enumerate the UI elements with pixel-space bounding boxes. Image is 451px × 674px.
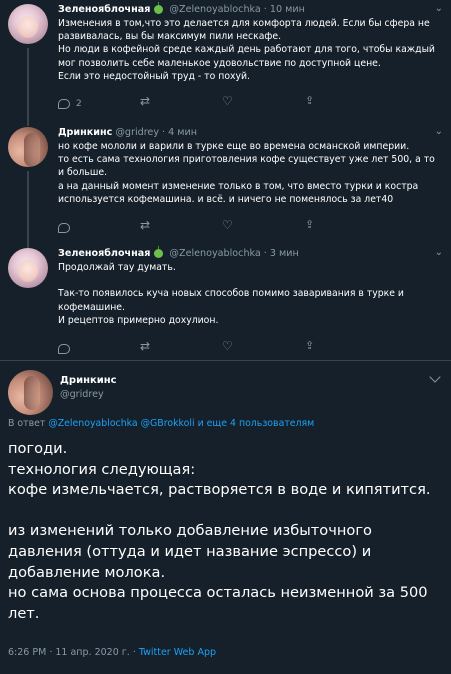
tweet-text: но кофе мололи и варили в турке еще во в…: [58, 141, 435, 205]
avatar[interactable]: [8, 248, 48, 288]
like-button[interactable]: [222, 218, 304, 234]
thread-line: [27, 48, 29, 118]
green-apple-icon: [154, 246, 164, 258]
reply-context: В ответ @Zelenoyablochka @GBrokkoli и ещ…: [8, 418, 314, 429]
tweet[interactable]: Дринкинс @gridrey · 4 мин ⌄ но кофе моло…: [0, 118, 451, 240]
separator-dot: ·: [263, 248, 267, 259]
like-button[interactable]: [222, 94, 304, 110]
retweet-button[interactable]: [140, 94, 222, 110]
retweet-icon: [140, 339, 153, 355]
reply-icon: [58, 98, 70, 109]
reply-icon: [58, 343, 70, 354]
thread-line: [27, 171, 29, 240]
source-link[interactable]: Twitter Web App: [139, 647, 216, 658]
author-handle[interactable]: @Zelenoyablochka: [169, 3, 260, 16]
share-icon: [304, 339, 317, 355]
tweet-time[interactable]: 6:26 PM: [8, 647, 46, 658]
avatar[interactable]: [8, 370, 53, 415]
tweet-text: Продолжай тау думать. Так-то появилось к…: [58, 262, 404, 326]
mention-link[interactable]: @Zelenoyablochka: [48, 418, 137, 429]
retweet-button[interactable]: [140, 218, 222, 234]
author-handle[interactable]: @Zelenoyablochka: [169, 247, 260, 260]
author-name[interactable]: Дринкинс: [58, 126, 112, 139]
tweet[interactable]: Зеленояблочная @Zelenoyablochka · 3 мин …: [0, 240, 451, 360]
tweet-meta: 6:26 PM · 11 апр. 2020 г. · Twitter Web …: [8, 647, 216, 658]
green-apple-icon: [154, 2, 164, 14]
retweet-icon: [140, 218, 153, 234]
separator-dot: ·: [263, 4, 267, 15]
author-name[interactable]: Зеленояблочная: [58, 3, 150, 16]
thread-line: [27, 118, 29, 126]
like-icon: [222, 339, 235, 355]
like-icon: [222, 94, 235, 110]
more-icon[interactable]: ⌄: [435, 247, 443, 258]
tweet-time[interactable]: 4 мин: [168, 126, 197, 139]
tweet-header: Зеленояблочная @Zelenoyablochka · 10 мин: [58, 2, 443, 16]
reply-count: 2: [76, 98, 82, 109]
tweet-time[interactable]: 10 мин: [270, 3, 305, 16]
thread-line: [27, 240, 29, 248]
share-button[interactable]: [304, 339, 386, 355]
tweet-text: Изменения в том,что это делается для ком…: [58, 18, 435, 82]
others-link[interactable]: и еще 4 пользователям: [198, 418, 315, 429]
tweet[interactable]: Зеленояблочная @Zelenoyablochka · 10 мин…: [0, 0, 451, 118]
author-handle[interactable]: @gridrey: [60, 389, 104, 400]
chevron-down-icon[interactable]: [429, 371, 441, 383]
reply-button[interactable]: 2: [58, 98, 140, 109]
share-button[interactable]: [304, 218, 386, 234]
share-icon: [304, 218, 317, 234]
divider: [0, 360, 451, 361]
mention-link[interactable]: @GBrokkoli: [141, 418, 195, 429]
retweet-button[interactable]: [140, 339, 222, 355]
author-handle[interactable]: @gridrey: [115, 126, 159, 139]
tweet-header: Зеленояблочная @Zelenoyablochka · 3 мин: [58, 246, 443, 260]
more-icon[interactable]: ⌄: [435, 3, 443, 14]
avatar[interactable]: [8, 127, 48, 167]
tweet-header: Дринкинс @gridrey · 4 мин: [58, 126, 443, 139]
tweet-time[interactable]: 3 мин: [270, 247, 299, 260]
more-icon[interactable]: ⌄: [435, 126, 443, 137]
share-icon: [304, 94, 317, 110]
reply-button[interactable]: [58, 343, 140, 354]
like-button[interactable]: [222, 339, 304, 355]
share-button[interactable]: [304, 94, 386, 110]
reply-icon: [58, 222, 70, 233]
tweet-text: погоди. технология следующая: кофе измел…: [8, 440, 431, 622]
avatar[interactable]: [8, 4, 48, 44]
reply-button[interactable]: [58, 222, 140, 233]
tweet-date[interactable]: 11 апр. 2020 г.: [55, 647, 129, 658]
like-icon: [222, 218, 235, 234]
separator-dot: ·: [162, 127, 166, 138]
reply-prefix: В ответ: [8, 418, 46, 429]
retweet-icon: [140, 94, 153, 110]
author-name[interactable]: Дринкинс: [60, 375, 117, 386]
author-name[interactable]: Зеленояблочная: [58, 247, 150, 260]
